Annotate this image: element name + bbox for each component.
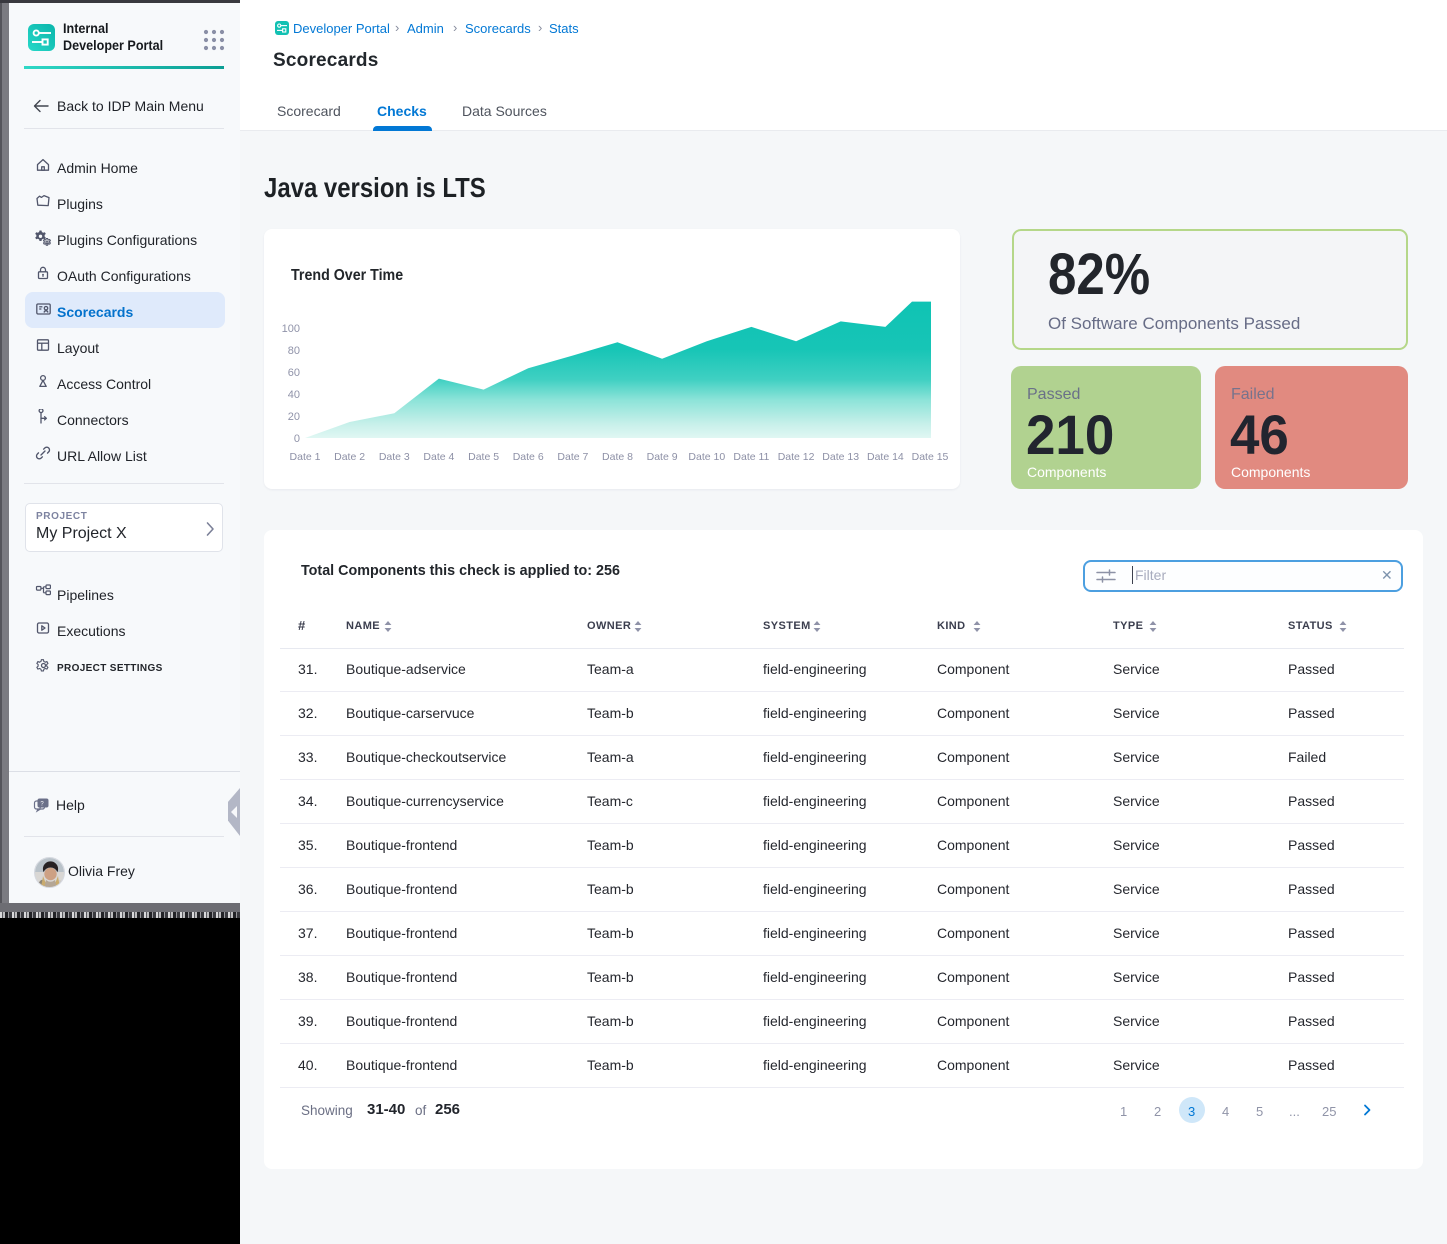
svg-text:Date 2: Date 2 — [334, 451, 365, 463]
svg-text:Date 13: Date 13 — [822, 451, 859, 463]
svg-text:Date 14: Date 14 — [867, 451, 904, 463]
svg-text:Date 8: Date 8 — [602, 451, 633, 463]
svg-text:Date 1: Date 1 — [290, 451, 321, 463]
svg-text:Date 5: Date 5 — [468, 451, 499, 463]
svg-text:60: 60 — [288, 367, 300, 379]
svg-text:Date 9: Date 9 — [647, 451, 678, 463]
svg-text:Date 11: Date 11 — [733, 451, 769, 463]
svg-text:Date 3: Date 3 — [379, 451, 410, 463]
svg-text:Date 15: Date 15 — [912, 451, 949, 463]
svg-text:Date 4: Date 4 — [423, 451, 454, 463]
svg-text:Date 7: Date 7 — [557, 451, 588, 463]
svg-text:Date 12: Date 12 — [778, 451, 815, 463]
svg-text:Date 6: Date 6 — [513, 451, 544, 463]
svg-text:80: 80 — [288, 345, 300, 357]
svg-text:Date 10: Date 10 — [688, 451, 725, 463]
svg-text:0: 0 — [294, 433, 300, 445]
svg-text:40: 40 — [288, 389, 300, 401]
svg-text:20: 20 — [288, 411, 300, 423]
svg-text:100: 100 — [282, 323, 300, 335]
